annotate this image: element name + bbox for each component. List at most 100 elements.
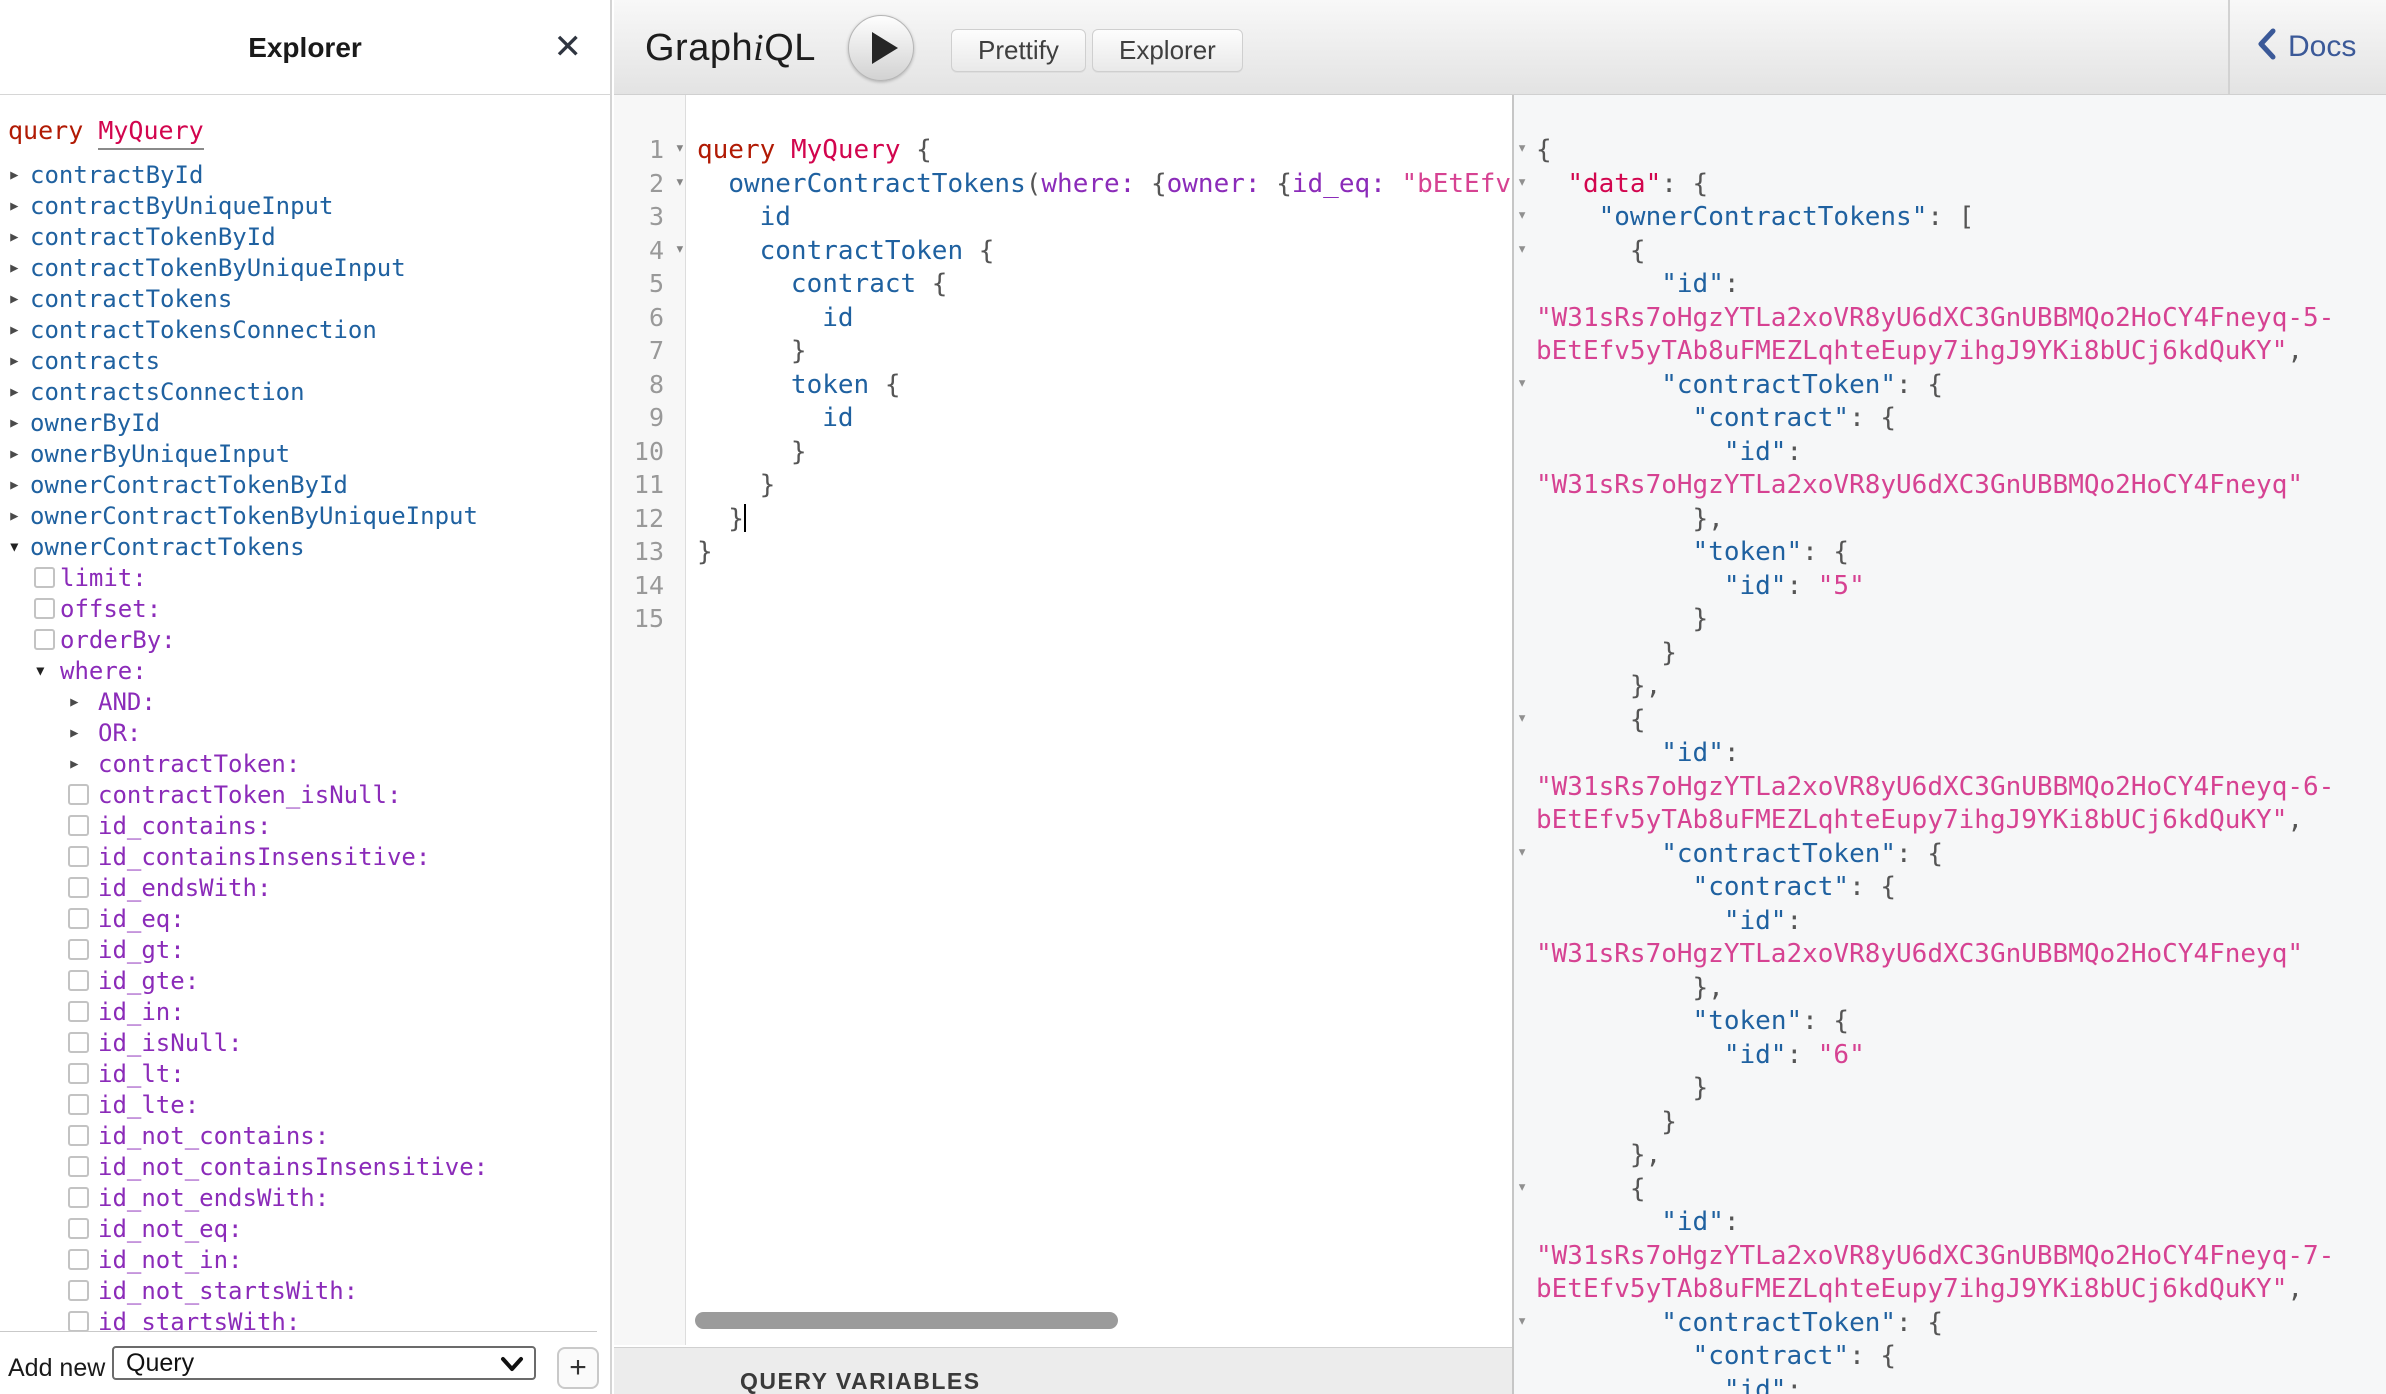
explorer-arg-offset[interactable]: offset: bbox=[0, 595, 610, 626]
explorer-field-contractByUniqueInput[interactable]: ▸contractByUniqueInput bbox=[0, 192, 610, 223]
fold-icon[interactable]: ▾ bbox=[1517, 1311, 1527, 1331]
arg-checkbox[interactable] bbox=[68, 1311, 89, 1331]
operation-name[interactable]: MyQuery bbox=[98, 116, 203, 150]
explorer-arg-id_startsWith[interactable]: id_startsWith: bbox=[0, 1308, 610, 1331]
arg-checkbox[interactable] bbox=[68, 1063, 89, 1084]
expand-icon[interactable]: ▸ bbox=[68, 689, 81, 713]
fold-icon[interactable]: ▾ bbox=[1517, 172, 1527, 192]
explorer-arg-id_in[interactable]: id_in: bbox=[0, 998, 610, 1029]
explorer-arg-id_containsInsensitive[interactable]: id_containsInsensitive: bbox=[0, 843, 610, 874]
arg-checkbox[interactable] bbox=[68, 784, 89, 805]
explorer-toggle-button[interactable]: Explorer bbox=[1092, 29, 1243, 72]
explorer-field-contractsConnection[interactable]: ▸contractsConnection bbox=[0, 378, 610, 409]
arg-checkbox[interactable] bbox=[68, 1156, 89, 1177]
expand-icon[interactable]: ▸ bbox=[8, 193, 21, 217]
docs-link[interactable]: Docs bbox=[2256, 27, 2356, 67]
explorer-arg-id_not_endsWith[interactable]: id_not_endsWith: bbox=[0, 1184, 610, 1215]
explorer-arg-id_lt[interactable]: id_lt: bbox=[0, 1060, 610, 1091]
explorer-field-contractTokensConnection[interactable]: ▸contractTokensConnection bbox=[0, 316, 610, 347]
arg-checkbox[interactable] bbox=[68, 1280, 89, 1301]
fold-icon[interactable]: ▾ bbox=[1517, 1177, 1527, 1197]
explorer-field-ownerContractTokenById[interactable]: ▸ownerContractTokenById bbox=[0, 471, 610, 502]
close-icon[interactable]: ✕ bbox=[554, 0, 583, 95]
explorer-arg-id_contains[interactable]: id_contains: bbox=[0, 812, 610, 843]
explorer-arg-orderBy[interactable]: orderBy: bbox=[0, 626, 610, 657]
arg-checkbox[interactable] bbox=[68, 1094, 89, 1115]
explorer-arg-OR[interactable]: ▸OR: bbox=[0, 719, 610, 750]
arg-checkbox[interactable] bbox=[68, 877, 89, 898]
explorer-arg-limit[interactable]: limit: bbox=[0, 564, 610, 595]
query-editor[interactable]: 1▾2▾34▾56789101112131415 query MyQuery {… bbox=[614, 95, 1512, 1345]
add-new-operation-select[interactable]: Query bbox=[112, 1346, 536, 1380]
fold-icon[interactable]: ▾ bbox=[1517, 708, 1527, 728]
arg-checkbox[interactable] bbox=[68, 970, 89, 991]
editor-horizontal-scrollbar[interactable] bbox=[695, 1312, 1118, 1329]
explorer-arg-id_endsWith[interactable]: id_endsWith: bbox=[0, 874, 610, 905]
explorer-arg-id_not_contains[interactable]: id_not_contains: bbox=[0, 1122, 610, 1153]
prettify-button[interactable]: Prettify bbox=[951, 29, 1086, 72]
fold-icon[interactable]: ▾ bbox=[1517, 373, 1527, 393]
explorer-arg-id_eq[interactable]: id_eq: bbox=[0, 905, 610, 936]
explorer-arg-id_gte[interactable]: id_gte: bbox=[0, 967, 610, 998]
fold-icon[interactable]: ▾ bbox=[675, 138, 685, 158]
expand-icon[interactable]: ▸ bbox=[8, 162, 21, 186]
expand-icon[interactable]: ▸ bbox=[8, 224, 21, 248]
explorer-arg-AND[interactable]: ▸AND: bbox=[0, 688, 610, 719]
arg-checkbox[interactable] bbox=[34, 567, 55, 588]
arg-checkbox[interactable] bbox=[68, 815, 89, 836]
expand-icon[interactable]: ▸ bbox=[8, 503, 21, 527]
explorer-arg-where[interactable]: ▾where: bbox=[0, 657, 610, 688]
explorer-field-contractTokenByUniqueInput[interactable]: ▸contractTokenByUniqueInput bbox=[0, 254, 610, 285]
query-variables-bar[interactable]: QUERY VARIABLES bbox=[614, 1347, 1512, 1394]
explorer-arg-contractToken_isNull[interactable]: contractToken_isNull: bbox=[0, 781, 610, 812]
arg-checkbox[interactable] bbox=[68, 846, 89, 867]
collapse-icon[interactable]: ▾ bbox=[34, 658, 47, 682]
execute-query-button[interactable] bbox=[848, 15, 914, 81]
arg-checkbox[interactable] bbox=[68, 1001, 89, 1022]
expand-icon[interactable]: ▸ bbox=[8, 379, 21, 403]
arg-checkbox[interactable] bbox=[68, 1032, 89, 1053]
explorer-arg-id_gt[interactable]: id_gt: bbox=[0, 936, 610, 967]
arg-checkbox[interactable] bbox=[68, 1218, 89, 1239]
explorer-field-contractTokenById[interactable]: ▸contractTokenById bbox=[0, 223, 610, 254]
expand-icon[interactable]: ▸ bbox=[8, 441, 21, 465]
fold-icon[interactable]: ▾ bbox=[675, 239, 685, 259]
fold-icon[interactable]: ▾ bbox=[675, 172, 685, 192]
fold-icon[interactable]: ▾ bbox=[1517, 239, 1527, 259]
arg-checkbox[interactable] bbox=[34, 598, 55, 619]
explorer-field-ownerContractTokenByUniqueInput[interactable]: ▸ownerContractTokenByUniqueInput bbox=[0, 502, 610, 533]
explorer-field-ownerContractTokens[interactable]: ▾ownerContractTokens bbox=[0, 533, 610, 564]
explorer-arg-id_not_containsInsensitive[interactable]: id_not_containsInsensitive: bbox=[0, 1153, 610, 1184]
add-operation-button[interactable]: + bbox=[557, 1347, 599, 1389]
explorer-field-contractById[interactable]: ▸contractById bbox=[0, 161, 610, 192]
explorer-field-ownerById[interactable]: ▸ownerById bbox=[0, 409, 610, 440]
explorer-operation-row[interactable]: query MyQuery bbox=[0, 116, 610, 161]
expand-icon[interactable]: ▸ bbox=[8, 410, 21, 434]
fold-icon[interactable]: ▾ bbox=[1517, 842, 1527, 862]
arg-checkbox[interactable] bbox=[68, 908, 89, 929]
arg-checkbox[interactable] bbox=[68, 1187, 89, 1208]
explorer-field-ownerByUniqueInput[interactable]: ▸ownerByUniqueInput bbox=[0, 440, 610, 471]
expand-icon[interactable]: ▸ bbox=[8, 472, 21, 496]
explorer-arg-contractToken[interactable]: ▸contractToken: bbox=[0, 750, 610, 781]
explorer-arg-id_not_in[interactable]: id_not_in: bbox=[0, 1246, 610, 1277]
arg-checkbox[interactable] bbox=[34, 629, 55, 650]
arg-checkbox[interactable] bbox=[68, 1125, 89, 1146]
expand-icon[interactable]: ▸ bbox=[68, 751, 81, 775]
explorer-arg-id_isNull[interactable]: id_isNull: bbox=[0, 1029, 610, 1060]
fold-icon[interactable]: ▾ bbox=[1517, 205, 1527, 225]
expand-icon[interactable]: ▸ bbox=[68, 720, 81, 744]
expand-icon[interactable]: ▸ bbox=[8, 348, 21, 372]
explorer-arg-id_not_eq[interactable]: id_not_eq: bbox=[0, 1215, 610, 1246]
explorer-arg-id_lte[interactable]: id_lte: bbox=[0, 1091, 610, 1122]
fold-icon[interactable]: ▾ bbox=[1517, 138, 1527, 158]
collapse-icon[interactable]: ▾ bbox=[8, 534, 21, 558]
expand-icon[interactable]: ▸ bbox=[8, 286, 21, 310]
arg-checkbox[interactable] bbox=[68, 1249, 89, 1270]
arg-checkbox[interactable] bbox=[68, 939, 89, 960]
explorer-field-contractTokens[interactable]: ▸contractTokens bbox=[0, 285, 610, 316]
explorer-arg-id_not_startsWith[interactable]: id_not_startsWith: bbox=[0, 1277, 610, 1308]
expand-icon[interactable]: ▸ bbox=[8, 317, 21, 341]
expand-icon[interactable]: ▸ bbox=[8, 255, 21, 279]
explorer-field-contracts[interactable]: ▸contracts bbox=[0, 347, 610, 378]
